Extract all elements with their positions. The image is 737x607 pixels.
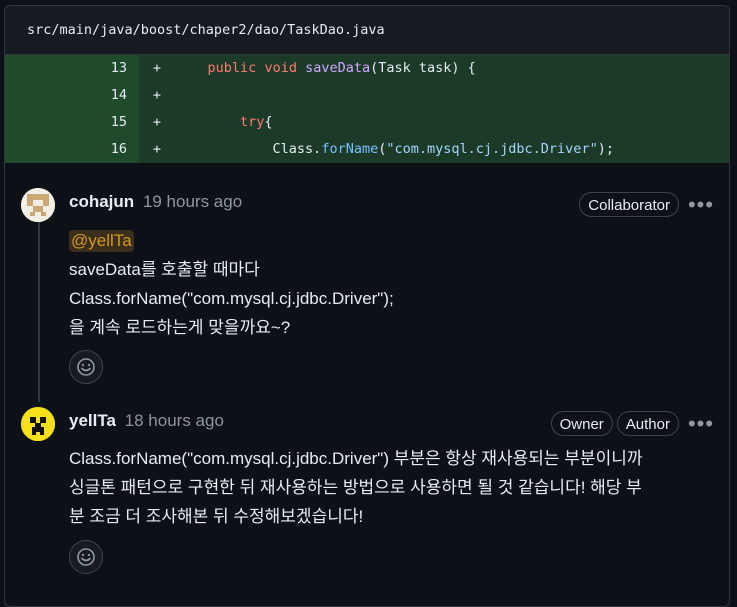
code-token: public xyxy=(207,60,257,76)
diff-line[interactable]: 13 + public void saveData(Task task) { xyxy=(5,55,729,82)
code-token: try xyxy=(240,114,265,130)
diff-line[interactable]: 14 + xyxy=(5,82,729,109)
code-token: void xyxy=(264,60,297,76)
diff-hunk: 13 + public void saveData(Task task) {14 +… xyxy=(5,55,729,163)
comment-yellta: yellTa 18 hours ago Owner Author ••• Cla… xyxy=(5,387,729,606)
code-token: "com.mysql.cj.jdbc.Driver" xyxy=(386,141,598,157)
add-reaction-button[interactable] xyxy=(69,350,103,384)
comment-badges: Owner Author ••• xyxy=(550,411,719,436)
code-token: ); xyxy=(597,141,614,157)
addition-marker: + xyxy=(152,141,162,157)
code-content: + try{ xyxy=(139,109,729,136)
line-number[interactable]: 14 xyxy=(5,82,139,109)
comment-thread: cohajun 19 hours ago Collaborator ••• @y… xyxy=(5,162,729,606)
owner-badge: Owner xyxy=(550,411,613,436)
code-token: saveData xyxy=(305,60,371,76)
code-content: + Class.forName("com.mysql.cj.jdbc.Drive… xyxy=(139,136,729,163)
comment-body: Class.forName("com.mysql.cj.jdbc.Driver"… xyxy=(69,444,643,531)
collaborator-badge: Collaborator xyxy=(579,192,679,217)
more-options-icon[interactable]: ••• xyxy=(683,412,719,434)
comment-cohajun: cohajun 19 hours ago Collaborator ••• @y… xyxy=(5,162,729,387)
more-options-icon[interactable]: ••• xyxy=(683,193,719,215)
comment-line: 분 조금 더 조사해본 뒤 수정해보겠습니다! xyxy=(69,507,364,526)
line-number[interactable]: 13 xyxy=(5,55,139,82)
addition-marker: + xyxy=(152,114,162,130)
code-token: Class. xyxy=(272,141,322,157)
comment-line: saveData를 호출할 때마다 xyxy=(69,260,260,279)
user-mention[interactable]: @yellTa xyxy=(69,230,134,252)
author-name[interactable]: cohajun xyxy=(69,192,134,211)
comment-timestamp[interactable]: 18 hours ago xyxy=(125,411,224,430)
avatar[interactable] xyxy=(21,188,55,222)
comment-line: 싱글톤 패턴으로 구현한 뒤 재사용하는 방법으로 사용하면 될 것 같습니다!… xyxy=(69,478,642,497)
comment-line: Class.forName("com.mysql.cj.jdbc.Driver"… xyxy=(69,289,394,308)
code-token: (Task task) { xyxy=(370,60,476,76)
file-path-header[interactable]: src/main/java/boost/chaper2/dao/TaskDao.… xyxy=(5,6,729,55)
code-content: + public void saveData(Task task) { xyxy=(139,55,729,82)
smiley-icon xyxy=(77,358,95,376)
comment-timestamp[interactable]: 19 hours ago xyxy=(143,192,242,211)
comment-badges: Collaborator ••• xyxy=(579,192,719,217)
addition-marker: + xyxy=(152,60,162,76)
avatar[interactable] xyxy=(21,407,55,441)
line-number[interactable]: 15 xyxy=(5,109,139,136)
code-token: forName xyxy=(321,141,379,157)
comment-header: cohajun 19 hours ago xyxy=(69,192,242,212)
identicon-avatar-icon xyxy=(21,188,55,222)
author-name[interactable]: yellTa xyxy=(69,411,116,430)
line-number[interactable]: 16 xyxy=(5,136,139,163)
comment-header: yellTa 18 hours ago xyxy=(69,411,224,431)
add-reaction-button[interactable] xyxy=(69,540,103,574)
addition-marker: + xyxy=(152,87,162,103)
smiley-icon xyxy=(77,548,95,566)
code-token: { xyxy=(264,114,273,130)
code-content: + xyxy=(139,82,729,109)
file-path[interactable]: src/main/java/boost/chaper2/dao/TaskDao.… xyxy=(27,22,385,38)
diff-line[interactable]: 15 + try{ xyxy=(5,109,729,136)
comment-body: @yellTa saveData를 호출할 때마다 Class.forName(… xyxy=(69,226,394,342)
review-thread-card: src/main/java/boost/chaper2/dao/TaskDao.… xyxy=(4,5,730,607)
comment-line: Class.forName("com.mysql.cj.jdbc.Driver"… xyxy=(69,449,643,468)
author-badge: Author xyxy=(616,411,679,436)
creeper-avatar-icon xyxy=(21,407,55,441)
comment-line: 을 계속 로드하는게 맞을까요~? xyxy=(69,318,291,337)
diff-line[interactable]: 16 + Class.forName("com.mysql.cj.jdbc.Dri… xyxy=(5,136,729,163)
